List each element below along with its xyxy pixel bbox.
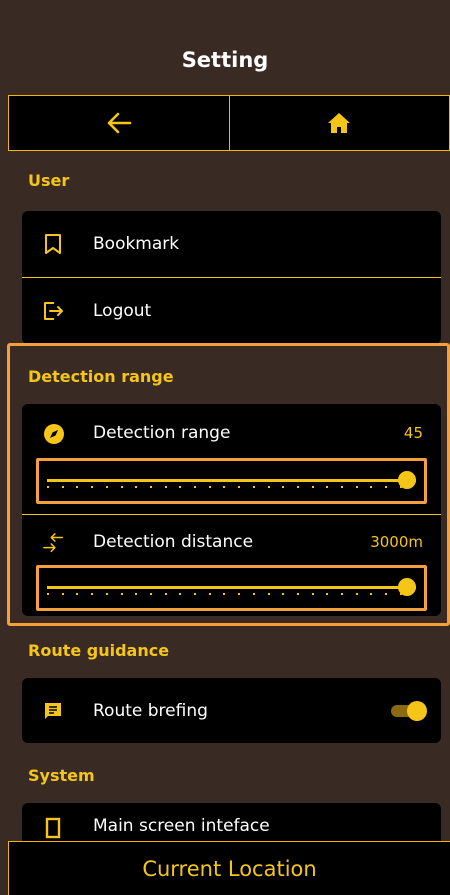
back-button[interactable]	[9, 96, 229, 150]
section-title-route: Route guidance	[28, 641, 170, 660]
slider-thumb[interactable]	[398, 578, 416, 596]
bookmark-row[interactable]: Bookmark	[22, 211, 441, 277]
arrow-left-icon	[107, 112, 132, 134]
detection-range-slider[interactable]	[36, 458, 427, 504]
route-briefing-label: Route brefing	[93, 701, 208, 721]
route-briefing-toggle[interactable]	[389, 701, 427, 721]
compass-icon	[42, 422, 66, 446]
detection-range-row: Detection range 45	[22, 404, 441, 514]
detection-range-value: 45	[403, 424, 423, 442]
current-location-label: Current Location	[142, 856, 317, 881]
current-location-button[interactable]: Current Location	[8, 841, 450, 895]
detection-distance-value: 3000m	[370, 533, 423, 551]
slider-track	[47, 479, 416, 482]
route-briefing-row[interactable]: Route brefing	[22, 678, 441, 743]
detection-distance-label: Detection distance	[93, 532, 254, 552]
section-title-system: System	[28, 766, 95, 785]
header-bar: Setting	[0, 0, 450, 95]
phone-icon	[42, 817, 64, 839]
slider-ticks	[47, 486, 402, 488]
slider-ticks	[47, 593, 402, 595]
section-title-user: User	[28, 171, 70, 190]
logout-icon	[42, 300, 64, 322]
slider-thumb[interactable]	[398, 471, 416, 489]
bookmark-icon	[42, 233, 64, 255]
section-title-detection: Detection range	[28, 367, 174, 386]
route-card: Route brefing	[22, 678, 441, 743]
bookmark-label: Bookmark	[93, 234, 180, 254]
arrows-in-out-icon	[42, 531, 66, 555]
nav-bar	[8, 95, 450, 151]
page-title: Setting	[181, 48, 269, 72]
logout-label: Logout	[93, 301, 152, 321]
home-icon	[328, 113, 351, 133]
detection-range-label: Detection range	[93, 423, 231, 443]
logout-row[interactable]: Logout	[22, 278, 441, 344]
message-icon	[42, 700, 64, 722]
home-button[interactable]	[228, 96, 450, 150]
main-screen-label: Main screen inteface	[93, 816, 270, 836]
detection-distance-slider[interactable]	[36, 565, 427, 611]
detection-distance-row: Detection distance 3000m	[22, 515, 441, 616]
user-card: Bookmark Logout	[22, 211, 441, 344]
detection-card: Detection range 45 Detection distance 30…	[22, 404, 441, 616]
slider-track	[47, 586, 416, 589]
